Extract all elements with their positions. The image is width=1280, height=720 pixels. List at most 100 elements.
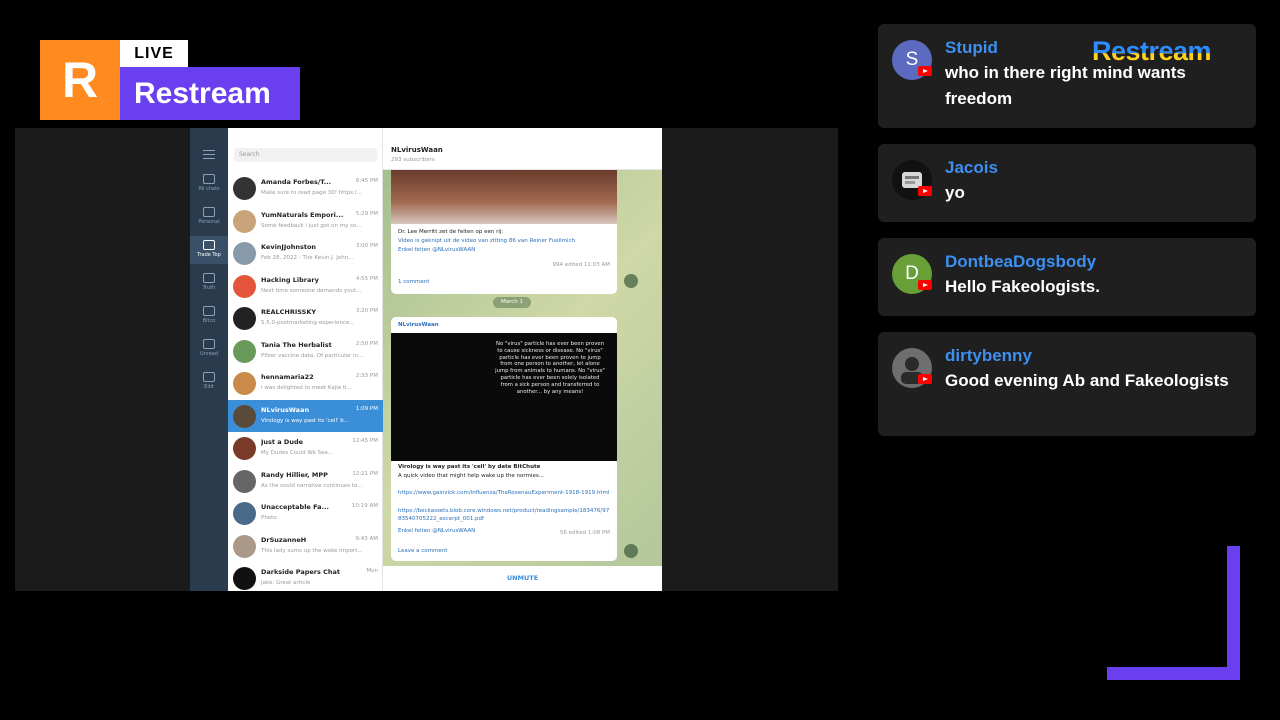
brand-name: Restream [120, 67, 300, 120]
rail-item-truth[interactable]: Truth [190, 269, 228, 297]
unmute-button[interactable]: UNMUTE [383, 566, 662, 591]
message-line: Enkel feiten @NLvirusWAAN [398, 247, 476, 253]
search-input[interactable]: Search [234, 148, 377, 162]
chat-time: 9:43 AM [355, 535, 378, 542]
message-link[interactable]: https://beckassets.blob.core.windows.net… [398, 507, 610, 523]
chat-author: Jacois [945, 158, 998, 177]
chat-time: Mon [366, 568, 378, 574]
telegram-window: All chats Personal Trade Top Truth Bitco… [190, 128, 662, 591]
chat-list-item[interactable]: Randy Hillier, MPP 12:21 PM As the covid n… [228, 465, 383, 498]
avatar [233, 177, 256, 200]
rail-item-all-chats[interactable]: All chats [190, 170, 228, 198]
chat-text: Hello Fakeologists. [945, 277, 1100, 296]
message-meta: 994 edited 11:03 AM [552, 262, 610, 268]
chat-preview: Pfizer vaccine data. Of particular in... [261, 352, 364, 359]
chat-list-item[interactable]: Unacceptable Fa... 10:19 AM Photo [228, 497, 383, 530]
chat-list-item[interactable]: NLvirusWaan 1:09 PM Virology is way past i… [228, 399, 383, 432]
chat-time: 6:45 PM [355, 178, 378, 184]
rail-item-personal[interactable]: Personal [190, 203, 228, 231]
video-player[interactable]: No "virus" particle has ever been proven… [391, 333, 617, 461]
avatar [233, 534, 256, 558]
chat-list-item[interactable]: DrSuzanneH 9:43 AM This lady sums up the w… [228, 530, 383, 563]
chat-list-item[interactable]: hennamaria22 2:33 PM I was delighted to me… [228, 367, 383, 400]
chat-list-item[interactable]: Amanda Forbes/T... 6:45 PM Make sure to re… [228, 172, 383, 205]
rail-item-bitco[interactable]: Bitco [190, 302, 228, 330]
channel-subtitle: 293 subscribers [391, 157, 435, 163]
chat-message-card: S Stupid Restream who in there right min… [878, 24, 1256, 128]
chat-time: 2:50 PM [355, 340, 378, 347]
chat-time: 4:55 PM [355, 275, 378, 282]
avatar [233, 209, 256, 233]
chat-preview: 5.5.0-postmarketing-experience... [261, 320, 355, 326]
chat-name: Randy Hillier, MPP [261, 470, 328, 479]
chat-list-item[interactable]: YumNaturals Empori... 5:29 PM Some feedbac… [228, 205, 383, 238]
chat-name: DrSuzanneH [261, 535, 307, 544]
chat-list-item[interactable]: Tania The Herbalist 2:50 PM Pfizer vaccine… [228, 335, 383, 368]
rail-item-trade-top[interactable]: Trade Top [190, 236, 228, 264]
message-area: Dr. Lee Merritt zet de feiten op een rij… [383, 170, 662, 566]
rail-item-unread[interactable]: Unread [190, 335, 228, 363]
folder-icon [203, 240, 215, 250]
chat-time: 2:33 PM [355, 373, 378, 379]
youtube-icon [918, 374, 932, 384]
comments-link[interactable]: 1 comment [398, 278, 610, 286]
chat-preview: Feb 28, 2022 - The Kevin J. John... [261, 255, 354, 261]
avatar [233, 469, 256, 493]
chat-list: Search Amanda Forbes/T... 6:45 PM Make sur… [228, 128, 383, 591]
folder-icon [203, 306, 215, 316]
chat-list-item[interactable]: Darkside Papers Chat Mon Jake: Great artic… [228, 562, 383, 591]
chat-preview: I was delighted to meet Kajia tl... [261, 385, 352, 391]
chat-name: YumNaturals Empori... [261, 210, 344, 219]
chat-name: Amanda Forbes/T... [261, 178, 332, 186]
chat-preview: Virology is way past its 'cell' b... [261, 417, 349, 424]
message-link[interactable]: https://www.gainvick.com/influenza/TheRo… [398, 489, 610, 497]
message-bubble: NLvirusWaan No "virus" particle has ever… [391, 317, 617, 561]
folder-icon [203, 273, 215, 283]
message-sender[interactable]: NLvirusWaan [398, 321, 610, 329]
chat-name: Hacking Library [261, 275, 319, 284]
chat-preview: Some feedback i just got on my so... [261, 222, 362, 229]
corner-bracket-horizontal [1107, 667, 1240, 680]
chat-name: Unacceptable Fa... [261, 503, 329, 511]
chat-author: dirtybenny [945, 346, 1032, 365]
chat-preview: Next time someone demands yout... [261, 287, 362, 294]
chat-time: 1:09 PM [355, 405, 378, 412]
chat-preview: Jake: Great article [261, 580, 311, 586]
channel-title[interactable]: NLvirusWaan [391, 146, 443, 154]
avatar [233, 339, 256, 363]
forward-icon[interactable] [624, 274, 638, 288]
chat-name: REALCHRISSKY [261, 308, 317, 316]
chat-preview: As the covid narrative continues to... [261, 482, 363, 489]
leave-comment-link[interactable]: Leave a comment [398, 547, 610, 555]
chat-time: 5:29 PM [355, 210, 378, 217]
chat-list-item[interactable]: Hacking Library 4:55 PM Next time someone … [228, 270, 383, 303]
chat-list-item[interactable]: Just a Dude 12:45 PM My Dudes Could We See… [228, 432, 383, 465]
folder-icon [203, 207, 215, 217]
rail-item-edit[interactable]: Edit [190, 368, 228, 396]
message-line: Dr. Lee Merritt zet de feiten op een rij… [398, 229, 504, 235]
chat-bubble-icon [203, 339, 215, 349]
folder-rail: All chats Personal Trade Top Truth Bitco… [190, 128, 228, 591]
video-thumbnail[interactable] [391, 170, 617, 224]
avatar [233, 437, 256, 460]
chat-message-card: Jacois yo [878, 144, 1256, 222]
avatar [233, 274, 256, 298]
message-bubble: Dr. Lee Merritt zet de feiten op een rij… [391, 170, 617, 294]
chat-author: Stupid [945, 38, 998, 57]
chat-preview: This lady sums up the woke import... [261, 547, 363, 554]
restream-logo-icon: R [40, 40, 120, 120]
avatar [233, 372, 256, 395]
message-line: A quick video that might help wake up th… [398, 473, 544, 479]
chat-message-card: dirtybenny Good evening Ab and Fakeologi… [878, 332, 1256, 436]
chat-time: 3:00 PM [355, 243, 378, 249]
chat-time: 12:21 PM [352, 470, 378, 477]
window-titlebar [383, 128, 662, 142]
menu-icon[interactable] [203, 150, 215, 159]
chat-list-item[interactable]: REALCHRISSKY 3:20 PM 5.5.0-postmarketing-e… [228, 302, 383, 335]
chat-preview: Make sure to read page 30! https:/... [261, 190, 362, 196]
forward-icon[interactable] [624, 544, 638, 558]
chat-text: Good evening Ab and Fakeologists [945, 371, 1229, 390]
chat-list-item[interactable]: KevinJJohnston 3:00 PM Feb 28, 2022 - The … [228, 237, 383, 270]
stream-canvas: R LIVE Restream All chats Personal Trade… [0, 0, 1280, 720]
chat-text: yo [945, 183, 965, 202]
